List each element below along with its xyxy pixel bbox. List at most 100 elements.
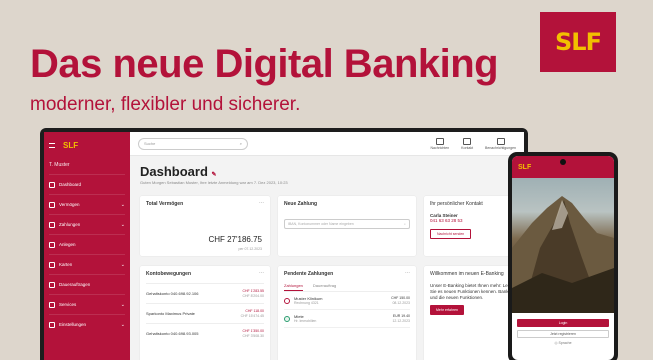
language-label: Sprache: [558, 341, 572, 345]
chevron-down-icon: ⌄: [120, 261, 125, 268]
send-message-button[interactable]: Nachricht senden: [430, 229, 472, 239]
login-button[interactable]: Login: [517, 319, 609, 327]
payment-date: 12.12.2023: [392, 318, 410, 323]
more-icon[interactable]: ⋯: [405, 270, 410, 276]
account-name: Gehaltskonto 040.698.93.005: [146, 331, 199, 336]
phone-header: SLF: [512, 156, 614, 178]
sidebar-user[interactable]: T. Muster: [49, 162, 125, 174]
account-amount: CHF 1'350.00: [242, 329, 265, 333]
pending-payments-title: Pendente Zahlungen: [284, 271, 334, 277]
topbar-button-label: Benachrichtigungen: [485, 145, 516, 150]
payment-info: Miete Hr. Immobilien: [294, 314, 316, 323]
account-values: CHF 1'283.55 CHF 8'204.00: [243, 289, 265, 298]
sidebar-item-label: Einstellungen: [59, 322, 87, 327]
account-row[interactable]: Gehaltskonto 040.698.92.106 CHF 1'283.55 C…: [146, 283, 264, 303]
camera-notch: [560, 159, 566, 165]
chevron-down-icon: ⌄: [120, 201, 125, 208]
advisor-title: Ihr persönlicher Kontakt: [430, 201, 483, 207]
account-values: CHF 118.00 CHF 15'474.45: [241, 309, 264, 318]
topbar-actions: Nachrichten Kontakt Benachrichtigungen: [430, 137, 516, 150]
promo-title: Willkommen im neuen E-Banking: [430, 271, 504, 277]
transfer-icon: [49, 221, 55, 228]
account-balance: CHF 3'508.30: [242, 333, 265, 338]
edit-icon[interactable]: ✎: [212, 172, 217, 178]
payment-tabs: Zahlungen Dauerauftrag: [284, 283, 410, 292]
language-selector[interactable]: ◎ Sprache: [517, 341, 609, 345]
sidebar: SLF T. Muster Dashboard Vermögen ⌄ Zahlunge…: [44, 132, 130, 360]
mail-icon: [435, 137, 444, 145]
globe-icon: ◎: [554, 341, 558, 345]
search-icon: ⌕: [239, 141, 242, 146]
sidebar-item-dauerauftragen[interactable]: Dauerauftragen: [49, 274, 125, 294]
tab-payments[interactable]: Zahlungen: [284, 283, 303, 291]
sidebar-item-karten[interactable]: Karten ⌄: [49, 254, 125, 274]
sidebar-nav: Dashboard Vermögen ⌄ Zahlungen ⌄ Anlegen Karte…: [49, 174, 125, 334]
payment-status-icon: [284, 297, 290, 304]
payment-row[interactable]: Muster Klinikum Rechnung 4321 CHF 150.00 08…: [284, 292, 410, 310]
topbar-button-label: Nachrichten: [430, 145, 450, 150]
payments-list: Muster Klinikum Rechnung 4321 CHF 150.00 08…: [284, 292, 410, 328]
sidebar-item-label: Vermögen: [59, 202, 80, 207]
payment-row[interactable]: Miete Hr. Immobilien EUR 19.40 12.12.2023: [284, 310, 410, 328]
sidebar-item-zahlungen[interactable]: Zahlungen ⌄: [49, 214, 125, 234]
menu-icon[interactable]: [49, 142, 55, 148]
new-payment-card: Neue Zahlung IBAN, Kontonummer oder Name…: [278, 196, 416, 256]
payment-status-icon: [284, 315, 290, 322]
wealth-card[interactable]: Total Vermögen ⋯ CHF 27'186.75 per 07.12…: [140, 196, 270, 256]
payment-recipient-input[interactable]: IBAN, Kontonummer oder Name eingeben ⌕: [284, 219, 410, 229]
sidebar-item-einstellungen[interactable]: Einstellungen ⌄: [49, 314, 125, 334]
accounts-card: Kontobewegungen ⋯ Gehaltskonto 040.698.9…: [140, 266, 270, 360]
account-row[interactable]: Sparkonto Maximus Private CHF 118.00 CHF 1…: [146, 303, 264, 323]
phone-logo: SLF: [518, 163, 532, 171]
search-placeholder: Suche: [144, 141, 156, 146]
account-amount: CHF 1'283.55: [242, 289, 265, 293]
accounts-list: Gehaltskonto 040.698.92.106 CHF 1'283.55 C…: [146, 283, 264, 343]
sidebar-item-services[interactable]: Services ⌄: [49, 294, 125, 314]
account-balance: CHF 8'204.00: [242, 293, 265, 298]
advisor-phone[interactable]: 041 63 63 28 53: [430, 218, 518, 223]
topbar: Suche ⌕ Nachrichten Kontakt Benachrichtigu…: [130, 132, 524, 156]
payment-ref: Rechnung 4321: [294, 301, 319, 305]
more-icon[interactable]: ⋯: [259, 270, 264, 276]
service-icon: [49, 301, 55, 308]
card-icon: [49, 261, 55, 268]
tab-standing-orders[interactable]: Dauerauftrag: [313, 283, 336, 291]
hero-subline: moderner, flexibler und sicherer.: [30, 94, 301, 115]
sidebar-item-anlegen[interactable]: Anlegen: [49, 234, 125, 254]
phone-mockup: SLF Login Jetzt registrieren ◎ Sprache: [508, 152, 618, 360]
pending-payments-card: Pendente Zahlungen ⋯ Zahlungen Dauerauft…: [278, 266, 416, 360]
payment-amount: CHF 150.00: [391, 296, 410, 300]
wealth-date: per 07.12.2023: [238, 247, 262, 251]
sidebar-item-label: Dashboard: [59, 182, 82, 187]
gear-icon: [49, 321, 55, 328]
payment-values: CHF 150.00 08.12.2023: [391, 296, 410, 305]
more-icon[interactable]: ⋯: [259, 200, 264, 206]
promo-text: Unser E-Banking bietet Ihnen mehr: Lerne…: [430, 283, 517, 300]
wealth-title: Total Vermögen: [146, 201, 184, 207]
repeat-icon: [49, 281, 55, 288]
account-row[interactable]: Gehaltskonto 040.698.93.005 CHF 1'350.00 C…: [146, 323, 264, 343]
account-values: CHF 1'350.00 CHF 3'508.30: [243, 329, 265, 338]
growth-icon: [49, 241, 55, 248]
learn-more-button[interactable]: Mehr erfahren: [430, 305, 464, 315]
sidebar-item-vermögen[interactable]: Vermögen ⌄: [49, 194, 125, 214]
sidebar-item-label: Zahlungen: [59, 222, 81, 227]
sidebar-header: SLF: [49, 138, 125, 152]
sidebar-item-dashboard[interactable]: Dashboard: [49, 174, 125, 194]
chart-icon: [49, 201, 55, 208]
sidebar-item-label: Karten: [59, 262, 73, 267]
grid-icon: [49, 181, 55, 188]
topbar-button-nachrichten[interactable]: Nachrichten: [430, 137, 450, 150]
payment-info: Muster Klinikum Rechnung 4321: [294, 296, 322, 305]
register-button[interactable]: Jetzt registrieren: [517, 330, 609, 338]
sidebar-logo[interactable]: SLF: [63, 141, 78, 150]
chevron-down-icon: ⌄: [120, 221, 125, 228]
brand-logo: SLF: [540, 12, 616, 72]
bell-icon: [496, 137, 505, 145]
topbar-button-kontakt[interactable]: Kontakt: [461, 137, 473, 150]
page-subtitle: Guten Morgen Sebastian Muster, Ihre letz…: [140, 180, 288, 185]
chevron-down-icon: ⌄: [120, 321, 125, 328]
topbar-button-benachrichtigungen[interactable]: Benachrichtigungen: [485, 137, 516, 150]
search-input[interactable]: Suche ⌕: [138, 137, 248, 150]
payment-date: 08.12.2023: [392, 300, 410, 305]
